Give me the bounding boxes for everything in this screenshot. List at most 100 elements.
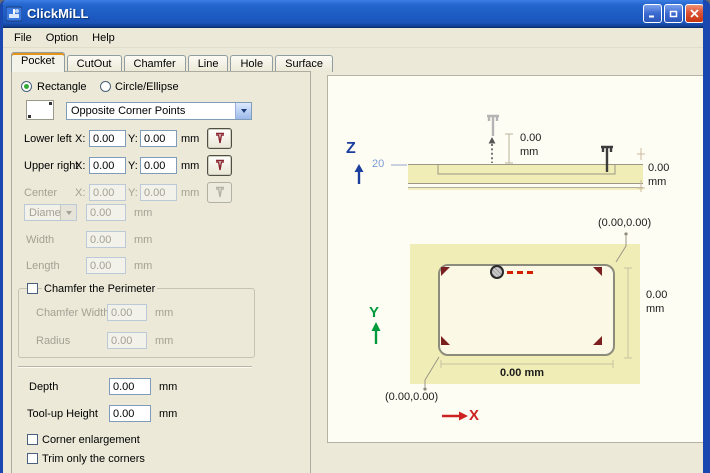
- unit-label: mm: [134, 234, 152, 246]
- radius-label: Radius: [36, 335, 70, 347]
- close-icon: [689, 8, 700, 19]
- tool-up-height-field[interactable]: [109, 405, 151, 422]
- center-teach-button: [207, 182, 232, 203]
- tool-icon: [214, 159, 226, 172]
- menu-file[interactable]: File: [7, 30, 39, 46]
- lower-left-teach-button[interactable]: [207, 128, 232, 149]
- x-axis-label: X:: [75, 160, 85, 172]
- unit-label: mm: [181, 187, 199, 199]
- pocket-height-dim-line: [624, 268, 632, 358]
- center-y-field: [140, 184, 177, 201]
- lower-left-label: Lower left: [24, 133, 72, 145]
- minimize-icon: [647, 8, 658, 19]
- unit-label: mm: [159, 381, 177, 393]
- unit-label: mm: [155, 307, 173, 319]
- center-row: Center X: Y: mm: [12, 184, 310, 204]
- corner-enlargement-checkbox[interactable]: [27, 434, 38, 445]
- length-row: Length mm: [12, 257, 310, 277]
- unit-label: mm: [134, 260, 152, 272]
- upper-right-label: Upper right: [24, 160, 78, 172]
- lower-left-leader: [423, 357, 439, 391]
- chamfer-width-field: [107, 304, 147, 321]
- minimize-button[interactable]: [643, 4, 662, 23]
- x-axis-label: X:: [75, 187, 85, 199]
- tab-surface[interactable]: Surface: [275, 55, 333, 72]
- unit-label: mm: [159, 408, 177, 420]
- x-axis-label: X:: [75, 133, 85, 145]
- shape-radio-row: Rectangle Circle/Ellipse: [12, 78, 310, 98]
- menu-help[interactable]: Help: [85, 30, 122, 46]
- app-icon: [6, 6, 22, 22]
- dropdown-arrow-button: [60, 205, 76, 220]
- z-axis-arrow-icon: [355, 164, 364, 184]
- corner-mode-row: Opposite Corner Points: [12, 100, 310, 120]
- depth-field[interactable]: [109, 378, 151, 395]
- upper-right-row: Upper right X: Y: mm: [12, 157, 310, 177]
- upper-right-leader: [616, 232, 628, 262]
- diameter-field: [86, 204, 126, 221]
- y-axis-label: Y:: [128, 160, 138, 172]
- diagram-lines: [328, 76, 704, 442]
- maximize-icon: [668, 8, 679, 19]
- corner-points-icon: [26, 100, 54, 120]
- length-field: [86, 257, 126, 274]
- trim-only-corners-label: Trim only the corners: [42, 453, 145, 465]
- pocket-width-dim-line: [441, 360, 613, 368]
- width-label: Width: [26, 234, 54, 246]
- maximize-button[interactable]: [664, 4, 683, 23]
- close-button[interactable]: [685, 4, 704, 23]
- rectangle-radio[interactable]: [21, 81, 32, 92]
- y-axis-arrow-icon: [372, 322, 381, 344]
- tab-strip: Pocket CutOut Chamfer Line Hole Surface: [11, 52, 335, 72]
- chamfer-width-row: Chamfer Width mm: [12, 304, 310, 324]
- upper-right-y-field[interactable]: [140, 157, 177, 174]
- chamfer-perimeter-label: Chamfer the Perimeter: [42, 283, 157, 295]
- chamfer-width-label: Chamfer Width: [36, 307, 109, 319]
- y-axis-label: Y:: [128, 133, 138, 145]
- tab-line[interactable]: Line: [188, 55, 229, 72]
- upper-right-teach-button[interactable]: [207, 155, 232, 176]
- pocket-profile-line: [438, 165, 615, 174]
- tool-up-height-row: Tool-up Height mm: [12, 405, 310, 425]
- dropdown-arrow-button[interactable]: [235, 103, 251, 119]
- tab-hole[interactable]: Hole: [230, 55, 273, 72]
- length-label: Length: [26, 260, 60, 272]
- trim-only-corners-row: Trim only the corners: [12, 450, 310, 470]
- circle-ellipse-radio-label: Circle/Ellipse: [115, 81, 179, 93]
- chamfer-perimeter-checkbox[interactable]: [27, 283, 38, 294]
- width-row: Width mm: [12, 231, 310, 251]
- unit-label: mm: [181, 160, 199, 172]
- chevron-down-icon: [241, 109, 247, 113]
- corner-mode-select[interactable]: Opposite Corner Points: [66, 102, 252, 120]
- tab-chamfer[interactable]: Chamfer: [124, 55, 186, 72]
- tab-cutout[interactable]: CutOut: [67, 55, 122, 72]
- app-window: ClickMiLL File Option Help Pocket CutOut…: [0, 0, 710, 473]
- preview-canvas: Z 20 0.00 mm 0.00 mm Y X (0.00,0.00) (0.…: [327, 75, 705, 443]
- diameter-select: Diameter: [24, 204, 77, 221]
- center-x-field: [89, 184, 126, 201]
- tool-icon: [214, 186, 226, 199]
- unit-label: mm: [181, 133, 199, 145]
- pocket-tab-page: Rectangle Circle/Ellipse Opposite Corner…: [11, 71, 311, 473]
- menu-option[interactable]: Option: [39, 30, 85, 46]
- unit-label: mm: [155, 335, 173, 347]
- title-bar[interactable]: ClickMiLL: [0, 0, 710, 28]
- chevron-down-icon: [66, 211, 72, 215]
- trim-only-corners-checkbox[interactable]: [27, 453, 38, 464]
- corner-enlargement-label: Corner enlargement: [42, 434, 140, 446]
- corner-mode-value: Opposite Corner Points: [67, 105, 235, 117]
- depth-label: Depth: [29, 381, 58, 393]
- radius-field: [107, 332, 147, 349]
- corner-enlargement-row: Corner enlargement: [12, 431, 310, 451]
- chamfer-group-header: Chamfer the Perimeter: [12, 280, 310, 300]
- upper-right-x-field[interactable]: [89, 157, 126, 174]
- diameter-select-value: Diameter: [25, 207, 60, 219]
- diameter-row: Diameter mm: [12, 204, 310, 224]
- tool-icon: [214, 132, 226, 145]
- tab-pocket[interactable]: Pocket: [11, 52, 65, 72]
- lower-left-x-field[interactable]: [89, 130, 126, 147]
- circle-ellipse-radio[interactable]: [100, 81, 111, 92]
- menu-bar: File Option Help: [3, 28, 703, 48]
- window-title: ClickMiLL: [27, 6, 641, 21]
- lower-left-y-field[interactable]: [140, 130, 177, 147]
